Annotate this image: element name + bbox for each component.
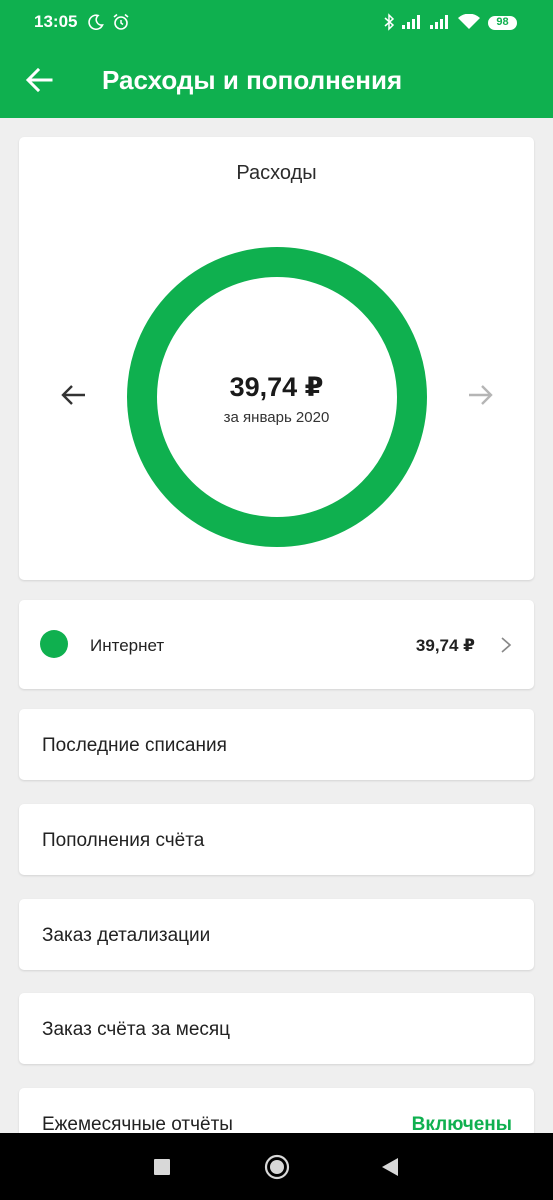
category-label: Интернет	[90, 636, 165, 655]
back-triangle-icon[interactable]	[381, 1157, 399, 1177]
chart-title: Расходы	[236, 162, 317, 184]
back-button[interactable]	[24, 66, 54, 94]
menu-item-order-invoice[interactable]: Заказ счёта за месяц	[19, 993, 534, 1064]
menu-item-recent-charges[interactable]: Последние списания	[19, 709, 534, 780]
category-row-internet[interactable]: Интернет 39,74 ₽	[19, 600, 534, 689]
period-label: за январь 2020	[223, 409, 330, 426]
menu-item-label: Последние списания	[42, 735, 227, 756]
signal-icon	[402, 15, 420, 29]
recents-icon[interactable]	[154, 1159, 170, 1175]
menu-item-label: Заказ счёта за месяц	[42, 1019, 231, 1040]
battery-level: 98	[496, 16, 509, 28]
menu-item-top-ups[interactable]: Пополнения счёта	[19, 804, 534, 875]
battery-icon: 98	[488, 16, 517, 30]
previous-month-button[interactable]	[59, 383, 87, 407]
status-bar: 13:05 98	[0, 0, 553, 40]
menu-item-label: Заказ детализации	[42, 925, 211, 946]
signal-icon	[430, 15, 448, 29]
alarm-icon	[113, 13, 129, 30]
page-title: Расходы и пополнения	[102, 65, 403, 95]
legend-dot	[40, 630, 68, 658]
menu-item-order-details[interactable]: Заказ детализации	[19, 899, 534, 970]
app-bar: Расходы и пополнения	[0, 40, 553, 118]
total-amount: 39,74 ₽	[229, 372, 324, 402]
next-month-button[interactable]	[467, 383, 495, 407]
menu-item-label: Пополнения счёта	[42, 830, 205, 851]
chevron-right-icon	[501, 637, 512, 653]
home-icon[interactable]	[264, 1154, 290, 1180]
wifi-icon	[458, 14, 480, 29]
status-time: 13:05	[34, 12, 78, 31]
system-nav-bar	[0, 1133, 553, 1200]
bluetooth-icon	[384, 13, 395, 31]
category-value: 39,74 ₽	[415, 636, 475, 655]
expenses-card: Расходы 39,74 ₽ за январь 2020	[19, 137, 534, 580]
moon-icon	[88, 14, 104, 30]
